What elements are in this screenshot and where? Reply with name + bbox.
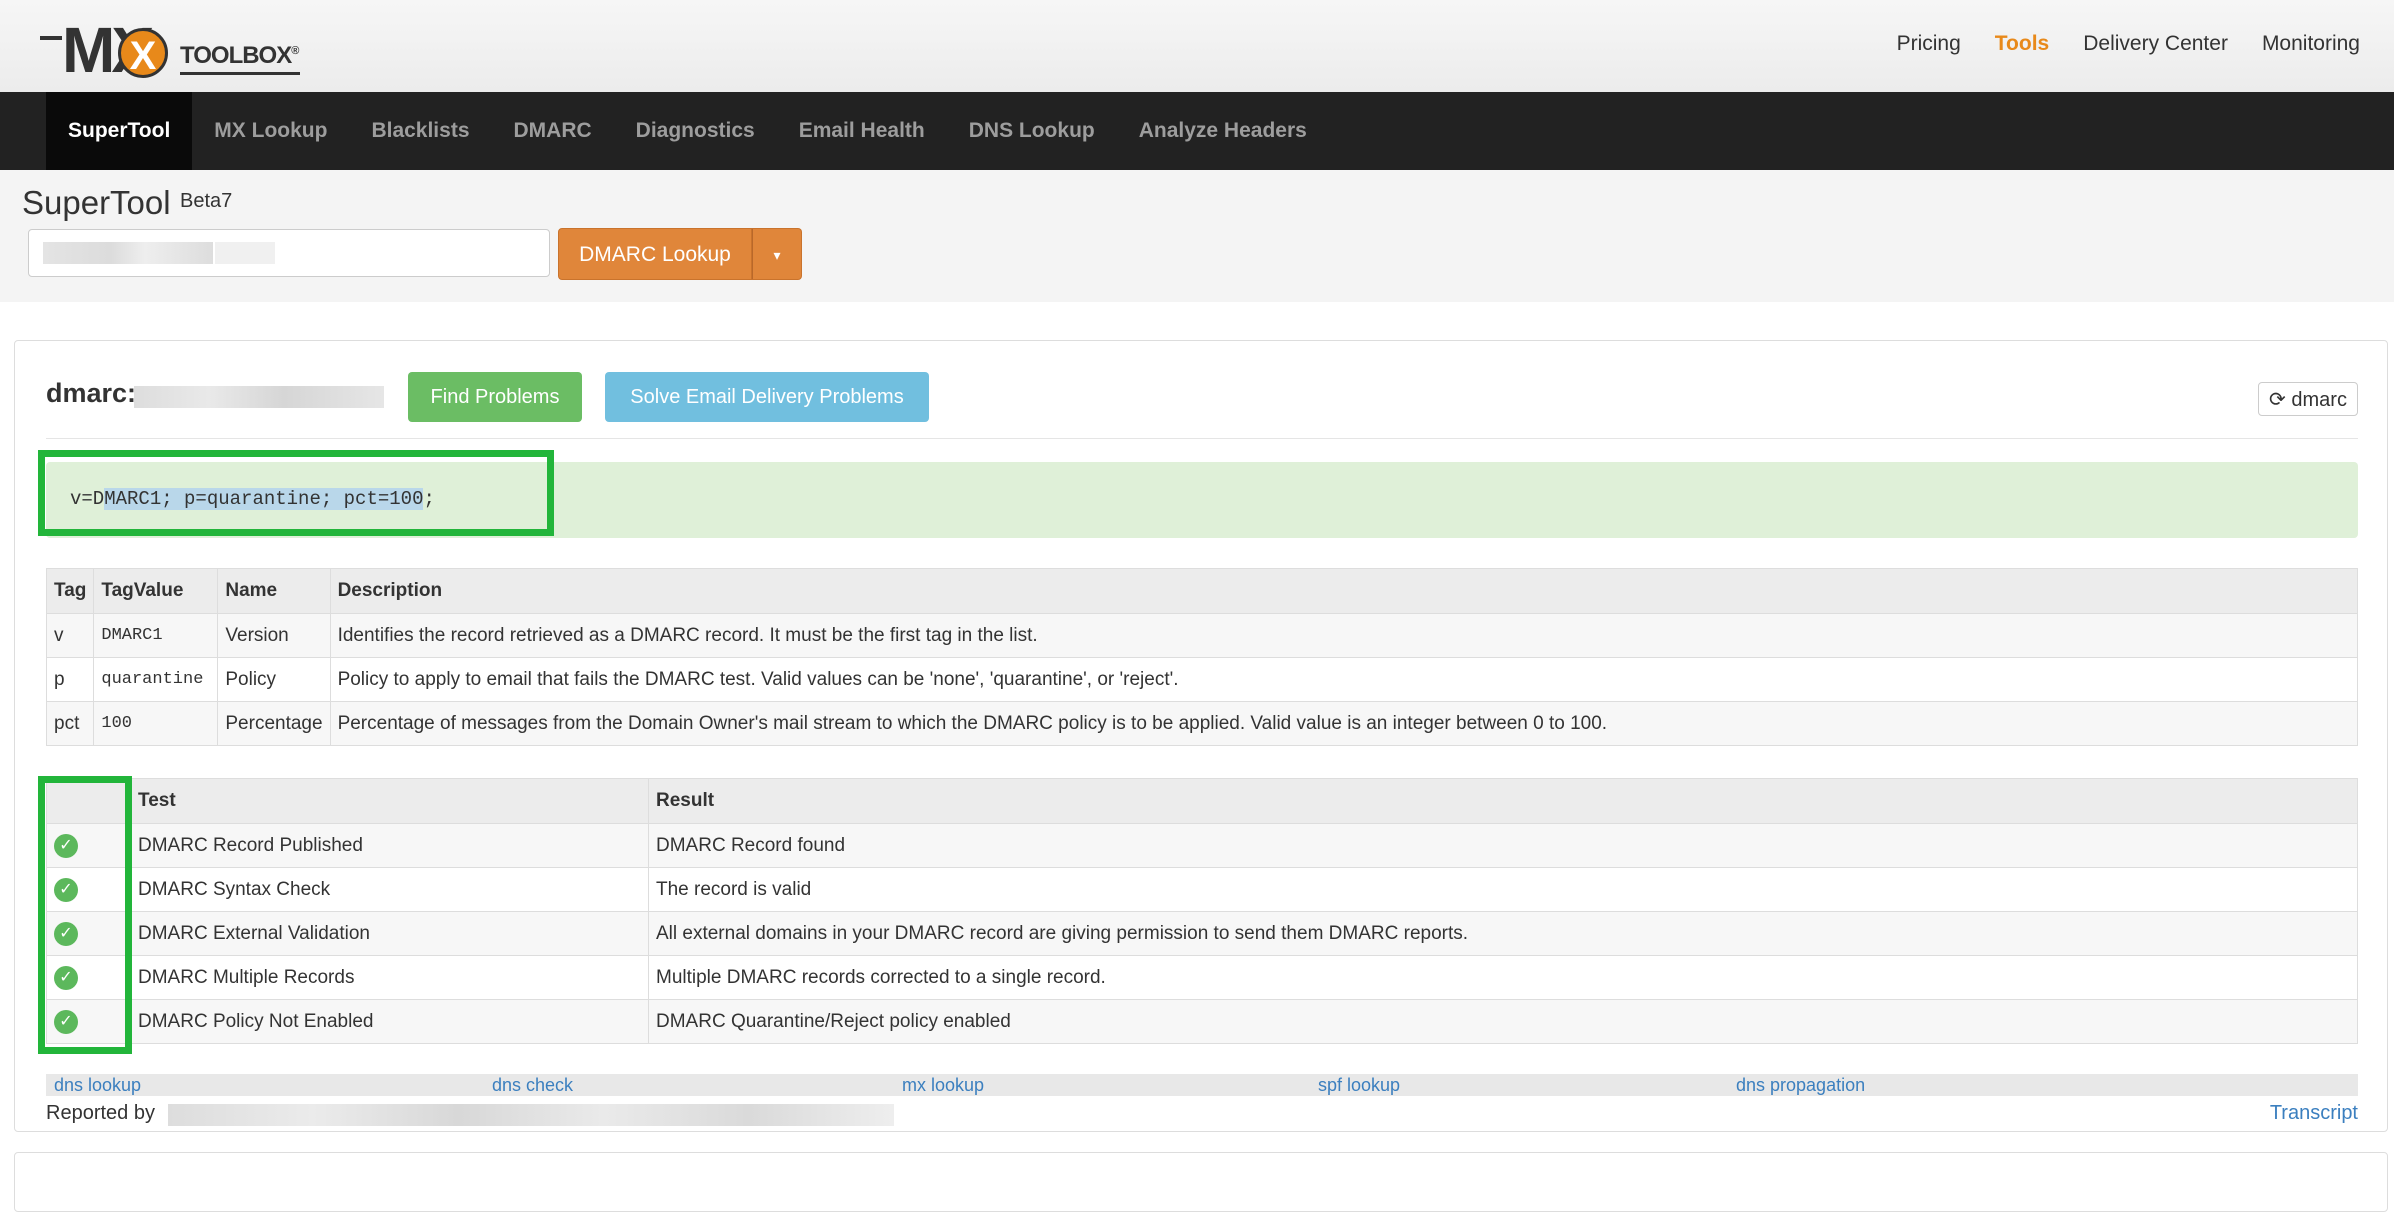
logo-underline (180, 72, 300, 75)
table-row: pct 100 Percentage Percentage of message… (45, 701, 2359, 746)
topnav-monitoring[interactable]: Monitoring (2262, 32, 2360, 56)
col-test: Test (130, 778, 649, 824)
table-row: v DMARC1 Version Identifies the record r… (45, 613, 2359, 658)
col-tagvalue: TagValue (93, 568, 219, 614)
transcript-link[interactable]: Transcript (2270, 1102, 2358, 1125)
result-title: dmarc: (46, 378, 137, 408)
col-name: Name (217, 568, 331, 614)
nav-blacklists[interactable]: Blacklists (349, 92, 491, 170)
table-row: ✓ DMARC External Validation All external… (46, 911, 2358, 956)
related-links-bar: dns lookup dns check mx lookup spf looku… (46, 1074, 2358, 1096)
redacted-domain (43, 242, 213, 264)
solve-email-delivery-button[interactable]: Solve Email Delivery Problems (605, 372, 929, 422)
col-tag: Tag (45, 568, 95, 614)
supertool-title: SuperTool (22, 184, 171, 221)
highlight-box-checks (38, 776, 132, 1054)
nav-mx-lookup[interactable]: MX Lookup (192, 92, 349, 170)
refresh-label: dmarc (2291, 389, 2347, 411)
logo-wordmark: TOOLBOX® (180, 42, 299, 69)
nav-dmarc[interactable]: DMARC (492, 92, 614, 170)
test-table: Test Result ✓ DMARC Record Published DMA… (46, 778, 2358, 1044)
domain-input[interactable] (28, 229, 550, 277)
redacted-reporter (168, 1104, 894, 1126)
top-header: MX X TOOLBOX® Pricing Tools Delivery Cen… (0, 0, 2394, 92)
next-panel (14, 1152, 2388, 1212)
link-dns-propagation[interactable]: dns propagation (1736, 1074, 1865, 1096)
col-description: Description (329, 568, 2359, 614)
divider (46, 438, 2358, 439)
table-row: p quarantine Policy Policy to apply to e… (45, 657, 2359, 702)
highlight-box-record (38, 450, 554, 536)
nav-diagnostics[interactable]: Diagnostics (614, 92, 777, 170)
link-spf-lookup[interactable]: spf lookup (1318, 1074, 1400, 1096)
reported-by-label: Reported by (46, 1102, 155, 1124)
nav-email-health[interactable]: Email Health (777, 92, 947, 170)
refresh-icon: ⟳ (2269, 389, 2286, 411)
nav-dns-lookup[interactable]: DNS Lookup (947, 92, 1117, 170)
link-dns-lookup[interactable]: dns lookup (54, 1074, 141, 1096)
table-row: ✓ DMARC Record Published DMARC Record fo… (46, 823, 2358, 868)
logo-x-badge: X (118, 28, 168, 78)
nav-analyze-headers[interactable]: Analyze Headers (1117, 92, 1329, 170)
lookup-dropdown-caret-icon[interactable]: ▾ (752, 228, 802, 280)
refresh-dmarc-button[interactable]: ⟳ dmarc (2258, 382, 2358, 416)
col-result: Result (648, 778, 2358, 824)
find-problems-button[interactable]: Find Problems (408, 372, 582, 422)
supertool-beta: Beta7 (180, 190, 233, 212)
table-row: ✓ DMARC Policy Not Enabled DMARC Quarant… (46, 999, 2358, 1044)
dmarc-lookup-button[interactable]: DMARC Lookup (558, 228, 752, 280)
top-nav: Pricing Tools Delivery Center Monitoring (1897, 32, 2360, 56)
table-row: ✓ DMARC Multiple Records Multiple DMARC … (46, 955, 2358, 1000)
topnav-delivery-center[interactable]: Delivery Center (2083, 32, 2228, 56)
topnav-tools[interactable]: Tools (1995, 32, 2049, 56)
main-nav: SuperTool MX Lookup Blacklists DMARC Dia… (0, 92, 2394, 170)
topnav-pricing[interactable]: Pricing (1897, 32, 1961, 56)
redacted-result-domain (134, 386, 384, 408)
redacted-domain-tail (215, 242, 275, 264)
link-dns-check[interactable]: dns check (492, 1074, 573, 1096)
logo-dash (40, 36, 62, 40)
mxtoolbox-logo[interactable]: MX X TOOLBOX® (40, 18, 305, 82)
table-row: ✓ DMARC Syntax Check The record is valid (46, 867, 2358, 912)
tag-table: Tag TagValue Name Description v DMARC1 V… (45, 568, 2359, 746)
link-mx-lookup[interactable]: mx lookup (902, 1074, 984, 1096)
nav-supertool[interactable]: SuperTool (46, 92, 193, 170)
